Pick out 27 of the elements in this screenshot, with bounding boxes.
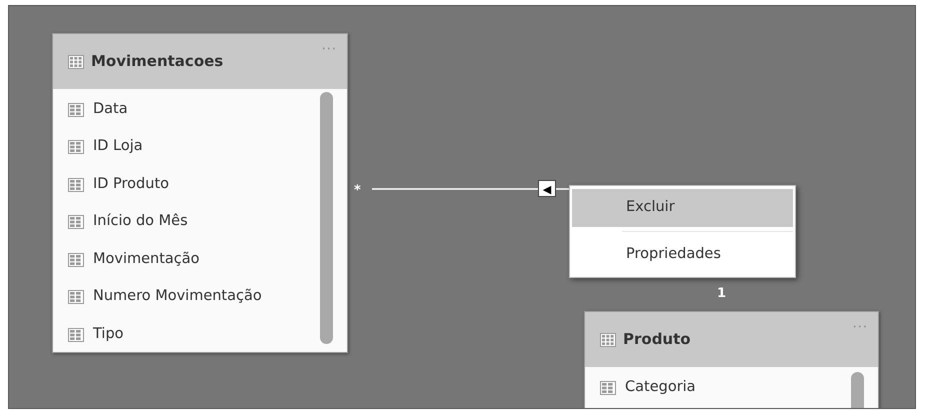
cardinality-label: *	[354, 182, 361, 200]
table-icon	[600, 332, 616, 346]
table-card[interactable]: Produto ··· Categoria	[584, 311, 879, 408]
cardinality-label: 1	[717, 285, 726, 303]
table-name: Movimentacoes	[91, 51, 224, 72]
table-icon	[68, 178, 84, 192]
table-icon	[68, 290, 84, 304]
table-card[interactable]: Movimentacoes ··· Data ID Loja ID Produto Início do Mês Movimentação Numero Movimentação Tipo	[52, 33, 348, 353]
table-icon	[68, 140, 84, 154]
table-name: Produto	[623, 329, 691, 350]
column-name[interactable]: Numero Movimentação	[93, 286, 262, 308]
table-icon	[68, 328, 84, 342]
scrollbar-thumb[interactable]	[320, 92, 333, 344]
column-name[interactable]: Início do Mês	[93, 211, 188, 234]
menu-item[interactable]: Propriedades	[572, 236, 793, 274]
table-icon	[68, 102, 84, 117]
column-name[interactable]: ID Produto	[93, 174, 170, 196]
column-name[interactable]: ID Loja	[93, 136, 143, 158]
table-icon	[68, 215, 84, 230]
column-name[interactable]: Tipo	[93, 324, 124, 346]
table-icon	[600, 380, 616, 395]
table-icon	[68, 54, 84, 68]
menu-item[interactable]: Excluir	[572, 189, 793, 227]
column-name[interactable]: Categoria	[625, 376, 696, 399]
column-name[interactable]: Data	[93, 98, 128, 121]
table-icon	[68, 252, 84, 267]
column-name[interactable]: Movimentação	[93, 248, 200, 271]
